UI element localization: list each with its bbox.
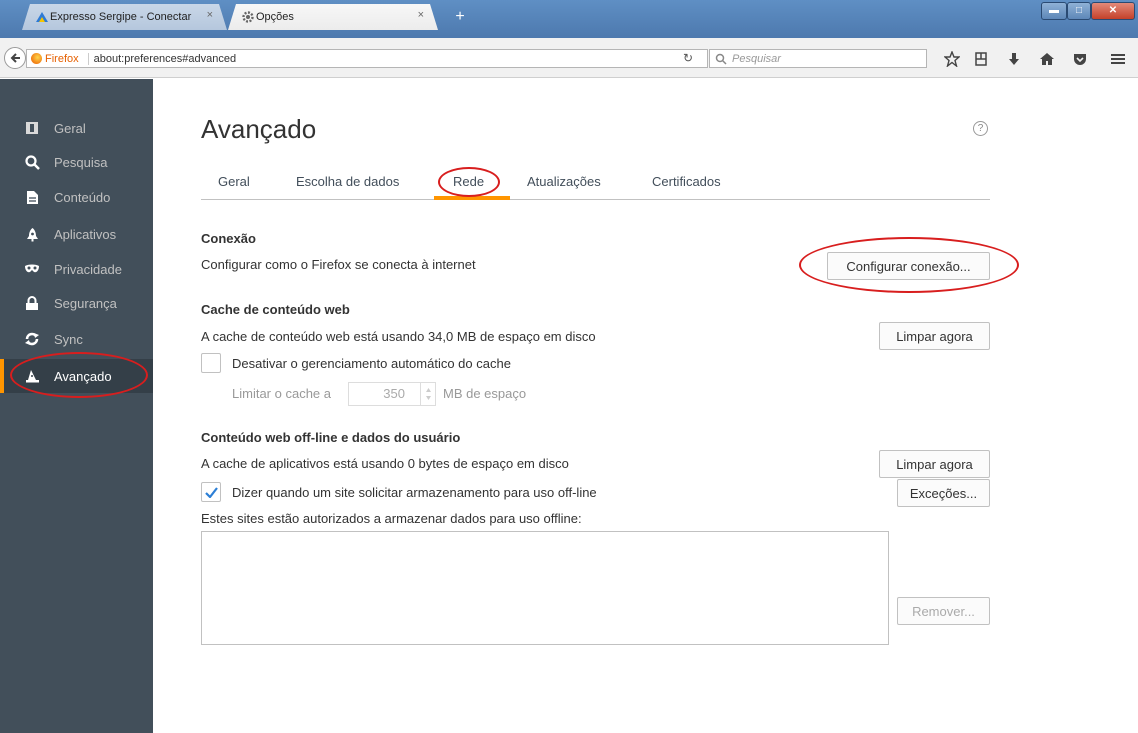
tab-certificados[interactable]: Certificados xyxy=(652,174,721,189)
sidebar-item-privacidade[interactable]: Privacidade xyxy=(0,252,153,286)
back-arrow-icon xyxy=(10,53,20,63)
sidebar-item-conteudo[interactable]: Conteúdo xyxy=(0,180,153,214)
gear-icon xyxy=(241,10,255,24)
disable-cache-management-checkbox[interactable] xyxy=(201,353,221,373)
document-icon xyxy=(24,189,40,205)
offline-sites-label: Estes sites estão autorizados a armazena… xyxy=(201,511,582,526)
cache-limit-label: Limitar o cache a xyxy=(232,386,331,401)
sidebar-item-seguranca[interactable]: Segurança xyxy=(0,286,153,320)
notify-offline-label: Dizer quando um site solicitar armazenam… xyxy=(232,485,597,500)
sync-icon xyxy=(24,331,40,347)
sidebar-item-sync[interactable]: Sync xyxy=(0,322,153,356)
clear-offline-button[interactable]: Limpar agora xyxy=(879,450,990,478)
search-placeholder: Pesquisar xyxy=(732,52,781,65)
expresso-logo-icon xyxy=(35,10,49,24)
disable-cache-management-label: Desativar o gerenciamento automático do … xyxy=(232,356,511,371)
bookmark-star-icon[interactable] xyxy=(942,49,962,69)
sidebar-item-avancado[interactable]: Avançado xyxy=(0,359,153,393)
navigation-bar: Firefox about:preferences#advanced ↻ Pes… xyxy=(0,38,1138,78)
cache-heading: Cache de conteúdo web xyxy=(201,302,350,317)
wizard-hat-icon xyxy=(24,368,40,384)
search-icon xyxy=(715,53,727,65)
url-bar[interactable]: Firefox about:preferences#advanced xyxy=(26,49,708,68)
maximize-button[interactable]: □ xyxy=(1067,2,1091,20)
tab-label: Expresso Sergipe - Conectar xyxy=(50,11,192,23)
pocket-icon[interactable] xyxy=(1070,49,1090,69)
new-tab-button[interactable]: + xyxy=(447,8,473,28)
sidebar-item-pesquisa[interactable]: Pesquisa xyxy=(0,145,153,179)
tab-geral[interactable]: Geral xyxy=(218,174,250,189)
close-tab-icon[interactable]: × xyxy=(418,9,424,21)
sidebar-item-label: Conteúdo xyxy=(54,189,111,205)
download-icon[interactable] xyxy=(1004,49,1024,69)
tab-escolha-de-dados[interactable]: Escolha de dados xyxy=(296,174,399,189)
sidebar-item-label: Sync xyxy=(54,331,83,347)
url-brand: Firefox xyxy=(45,52,79,65)
sidebar-item-label: Aplicativos xyxy=(54,226,117,242)
exceptions-button[interactable]: Exceções... xyxy=(897,479,990,507)
url-separator xyxy=(87,52,89,65)
close-window-button[interactable]: ✕ xyxy=(1091,2,1135,20)
sidebar-item-label: Privacidade xyxy=(54,261,122,277)
tab-rede[interactable]: Rede xyxy=(453,174,484,189)
configure-connection-button[interactable]: Configurar conexão... xyxy=(827,252,990,280)
connection-description: Configurar como o Firefox se conecta à i… xyxy=(201,257,476,272)
cache-limit-unit: MB de espaço xyxy=(443,386,527,401)
tab-atualizacoes[interactable]: Atualizações xyxy=(527,174,601,189)
sidebar-item-label: Avançado xyxy=(54,368,112,384)
general-icon xyxy=(24,120,40,136)
menu-icon[interactable] xyxy=(1108,49,1128,69)
page-title: Avançado xyxy=(201,114,317,144)
tab-expresso-sergipe[interactable]: Expresso Sergipe - Conectar × xyxy=(22,4,227,30)
bookmarks-menu-icon[interactable] xyxy=(971,49,991,69)
sidebar-item-label: Geral xyxy=(54,120,86,136)
search-icon xyxy=(24,154,40,170)
notify-offline-checkbox[interactable] xyxy=(201,482,221,502)
lock-icon xyxy=(24,295,40,311)
sidebar-item-label: Pesquisa xyxy=(54,154,108,170)
home-icon[interactable] xyxy=(1037,49,1057,69)
offline-sites-list[interactable] xyxy=(201,531,889,645)
help-icon[interactable]: ? xyxy=(973,121,988,136)
sidebar-item-geral[interactable]: Geral xyxy=(0,111,153,145)
search-input[interactable]: Pesquisar xyxy=(709,49,927,68)
minimize-button[interactable]: ▬ xyxy=(1041,2,1067,20)
tab-opcoes[interactable]: Opções × xyxy=(228,4,438,30)
clear-cache-button[interactable]: Limpar agora xyxy=(879,322,990,350)
reload-icon[interactable]: ↻ xyxy=(678,51,698,67)
preferences-sidebar: Geral Pesquisa Conteúdo Aplicativos Priv… xyxy=(0,79,153,733)
mask-icon xyxy=(24,261,40,277)
offline-heading: Conteúdo web off-line e dados do usuário xyxy=(201,430,461,445)
cache-usage: A cache de conteúdo web está usando 34,0… xyxy=(201,329,596,344)
tab-label: Opções xyxy=(256,11,294,23)
sidebar-item-aplicativos[interactable]: Aplicativos xyxy=(0,217,153,251)
rocket-icon xyxy=(24,226,40,242)
url-text: about:preferences#advanced xyxy=(93,52,237,65)
remove-button: Remover... xyxy=(897,597,990,625)
title-bar: Expresso Sergipe - Conectar × Opções × +… xyxy=(0,0,1138,38)
selected-tab-indicator xyxy=(434,196,510,200)
sidebar-item-label: Segurança xyxy=(54,295,117,311)
offline-usage: A cache de aplicativos está usando 0 byt… xyxy=(201,456,569,471)
firefox-icon xyxy=(31,53,42,64)
checkmark-icon xyxy=(204,486,218,498)
cache-limit-stepper[interactable] xyxy=(420,383,435,405)
close-tab-icon[interactable]: × xyxy=(207,9,213,21)
connection-heading: Conexão xyxy=(201,231,256,246)
back-button[interactable] xyxy=(4,47,26,69)
